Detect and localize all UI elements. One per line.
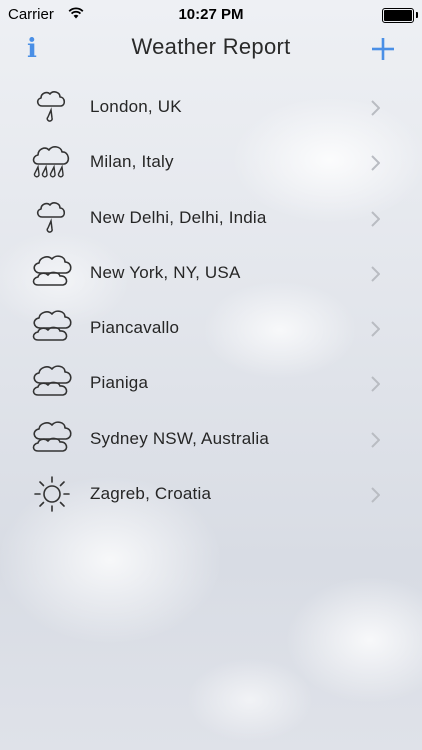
list-item[interactable]: Piancavallo xyxy=(0,301,422,356)
list-item[interactable]: Zagreb, Croatia xyxy=(0,467,422,522)
sunny-icon xyxy=(34,476,70,512)
list-item[interactable]: London, UK xyxy=(0,80,422,135)
chevron-right-icon xyxy=(371,376,380,393)
location-name: New Delhi, Delhi, India xyxy=(90,207,267,227)
cloudy-icon xyxy=(32,255,72,286)
navigation-bar: i Weather Report xyxy=(0,30,422,70)
location-list: London, UK Milan, Italy New Delhi, Delhi… xyxy=(0,80,422,522)
location-name: Sydney NSW, Australia xyxy=(90,428,269,448)
list-item[interactable]: New York, NY, USA xyxy=(0,246,422,301)
light-rain-icon xyxy=(36,91,66,122)
chevron-right-icon xyxy=(371,321,380,337)
cloudy-icon xyxy=(32,421,72,452)
clock: 10:27 PM xyxy=(178,6,244,23)
heavy-rain-icon xyxy=(32,146,70,178)
battery-icon xyxy=(382,8,414,23)
chevron-right-icon xyxy=(371,266,380,282)
location-name: London, UK xyxy=(90,97,182,116)
location-name: Piancavallo xyxy=(90,318,180,338)
location-name: Zagreb, Croatia xyxy=(90,484,212,504)
list-item[interactable]: New Delhi, Delhi, India xyxy=(0,191,422,246)
list-item[interactable]: Pianiga xyxy=(0,356,422,411)
battery-tip xyxy=(416,12,418,18)
location-name: Pianiga xyxy=(90,373,149,393)
location-name: New York, NY, USA xyxy=(90,262,241,282)
chevron-right-icon xyxy=(371,210,380,227)
chevron-right-icon xyxy=(371,155,380,172)
chevron-right-icon xyxy=(371,487,380,503)
cloudy-icon xyxy=(32,365,72,397)
chevron-right-icon xyxy=(371,432,380,448)
chevron-right-icon xyxy=(371,100,380,116)
location-name: Milan, Italy xyxy=(90,152,174,172)
light-rain-icon xyxy=(36,201,66,233)
list-item[interactable]: Milan, Italy xyxy=(0,135,422,190)
list-item[interactable]: Sydney NSW, Australia xyxy=(0,412,422,467)
cloudy-icon xyxy=(32,310,72,341)
status-bar: Carrier 10:27 PM xyxy=(0,0,422,30)
page-title: Weather Report xyxy=(131,34,291,59)
plus-icon[interactable] xyxy=(372,38,394,60)
